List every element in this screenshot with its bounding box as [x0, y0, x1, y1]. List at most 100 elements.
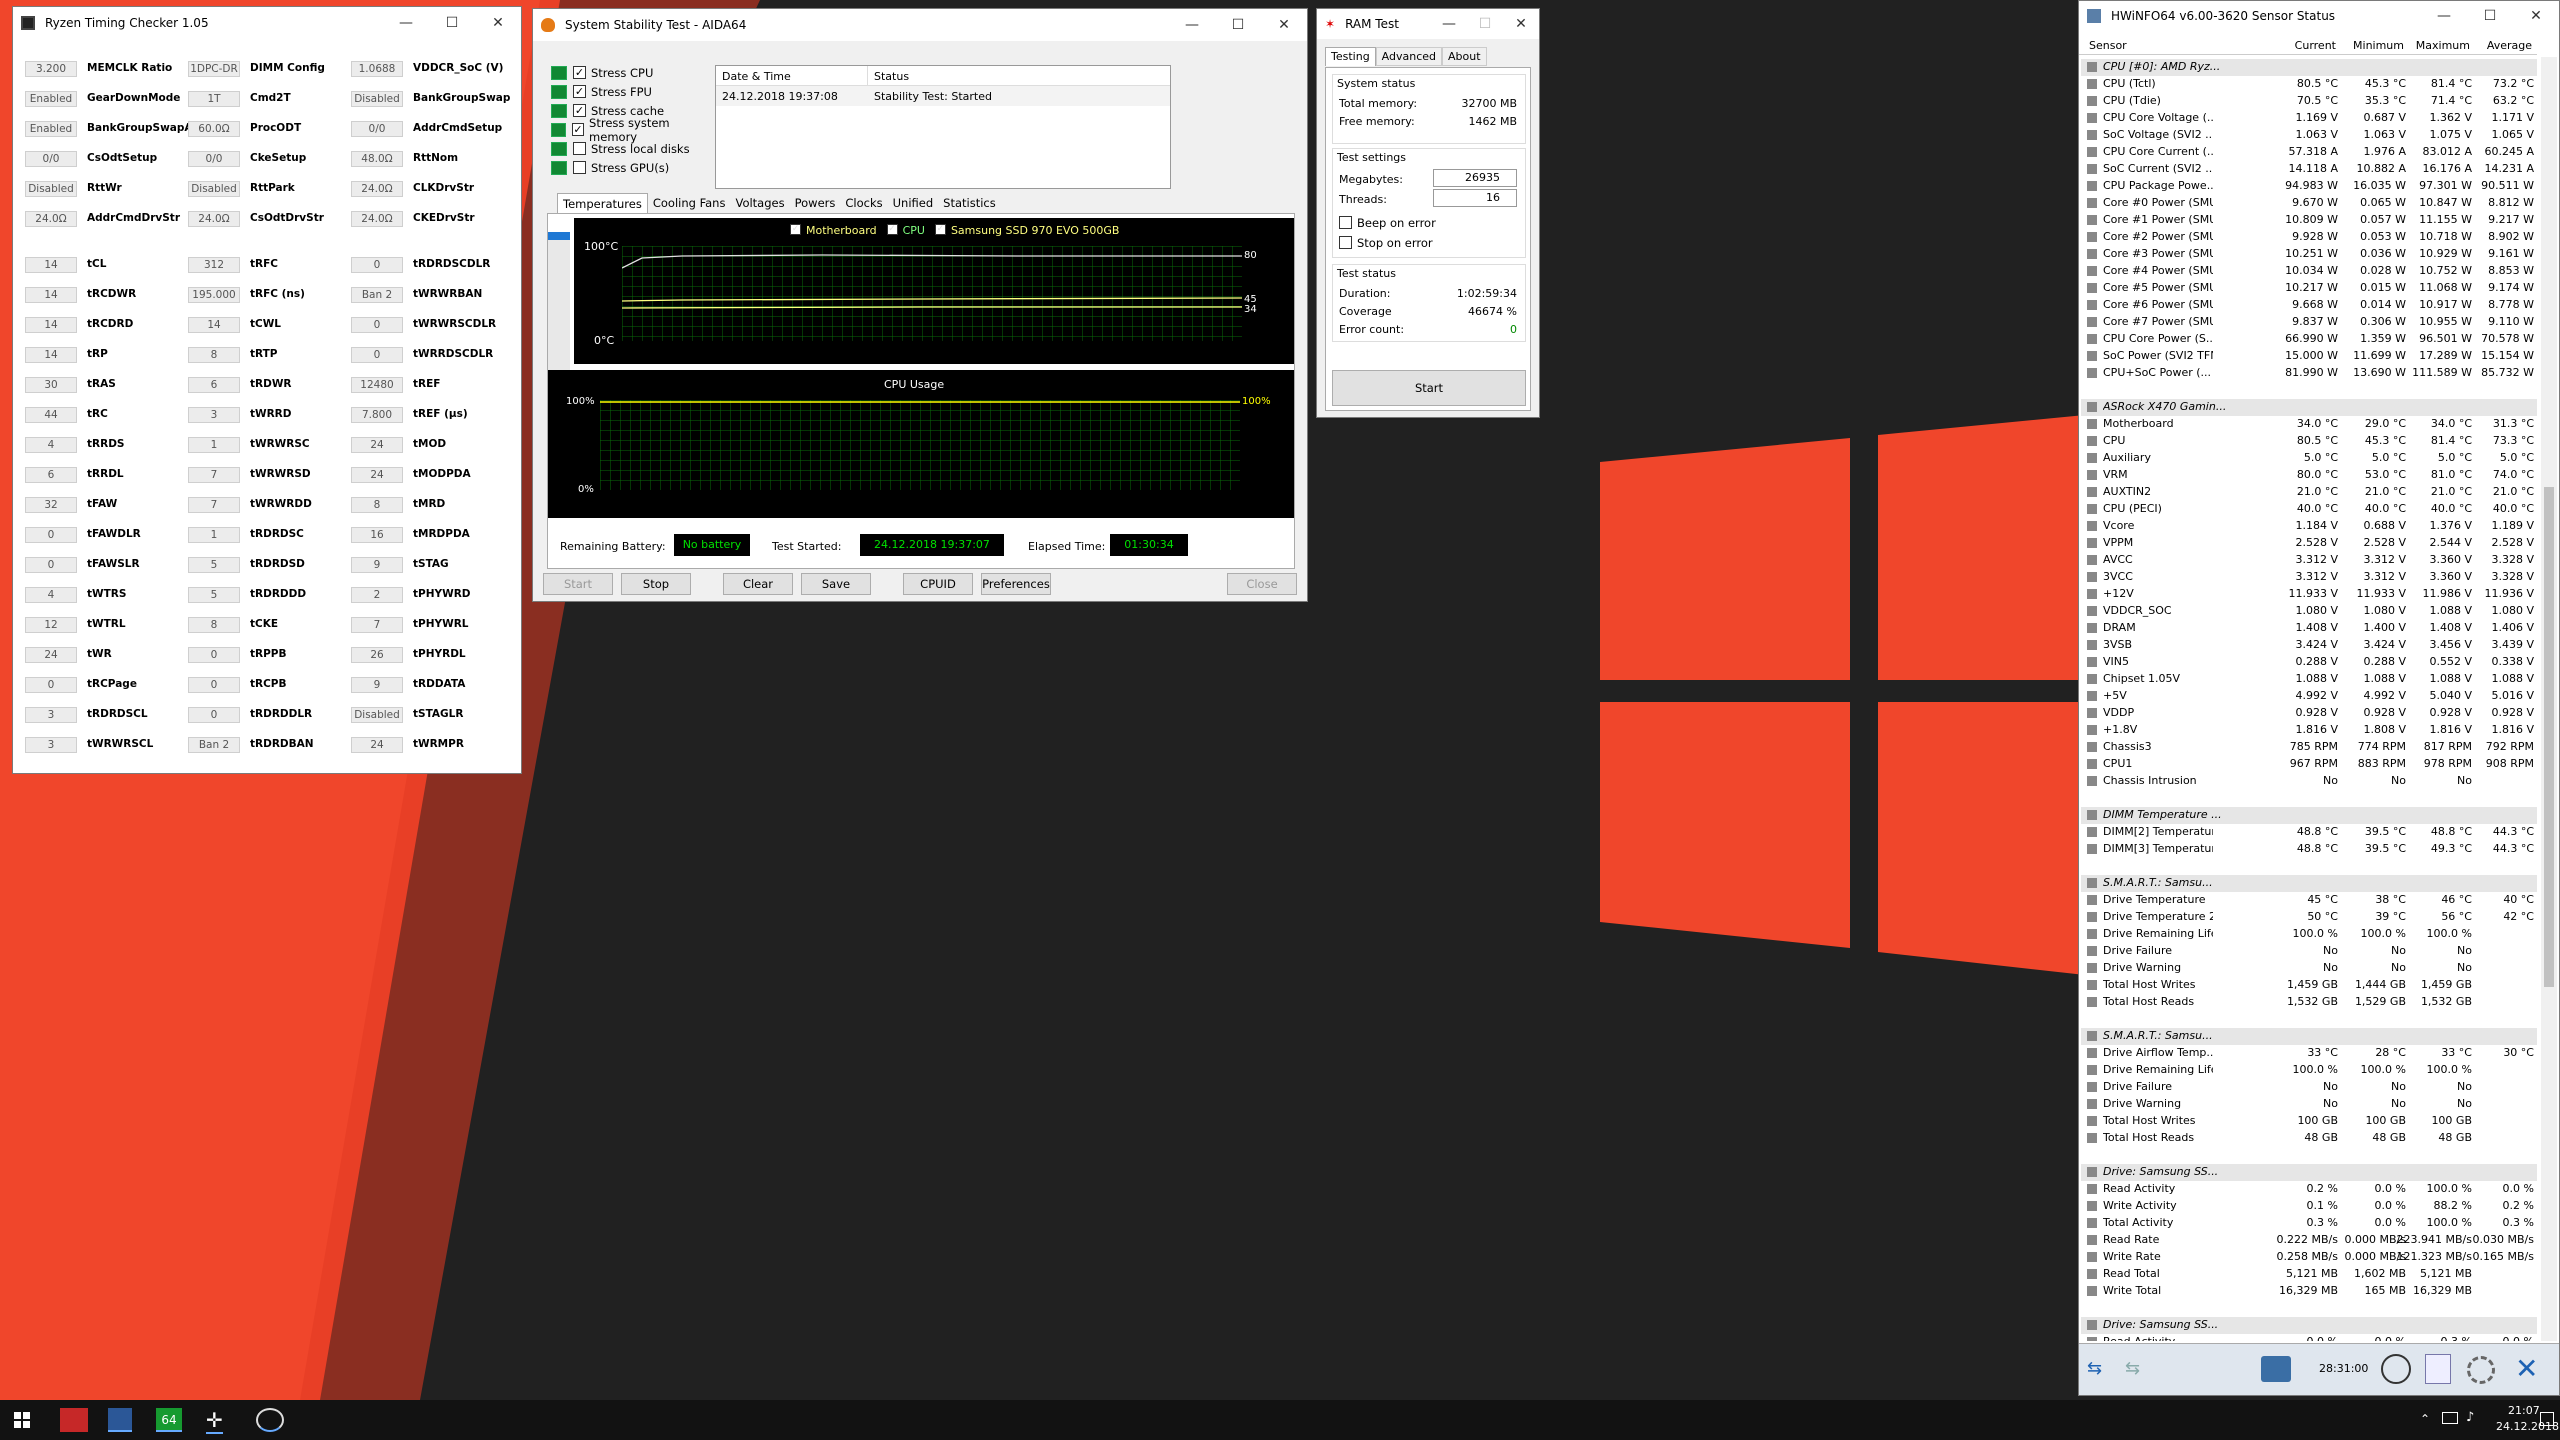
tab-powers[interactable]: Powers: [790, 193, 841, 213]
megabytes-input[interactable]: 26935: [1433, 169, 1517, 187]
sensor-row[interactable]: DIMM[3] Temperature 48.8 °C 39.5 °C 49.3 °C…: [2081, 841, 2537, 858]
stop-checkbox[interactable]: [1339, 236, 1352, 249]
settings-icon[interactable]: [2467, 1356, 2495, 1384]
close-button[interactable]: ✕: [475, 7, 521, 39]
sensor-row[interactable]: Drive Airflow Temp... 33 °C 28 °C 33 °C 30 °…: [2081, 1045, 2537, 1062]
sensor-row[interactable]: Core #0 Power (SMU) 9.670 W 0.065 W 10.847 …: [2081, 195, 2537, 212]
sensor-row[interactable]: CPU 80.5 °C 45.3 °C 81.4 °C 73.3 °C: [2081, 433, 2537, 450]
sensor-row[interactable]: Read Total 5,121 MB 1,602 MB 5,121 MB: [2081, 1266, 2537, 1283]
nav-arrows-icon[interactable]: ⇆: [2087, 1358, 2102, 1379]
nav-arrows-2-icon[interactable]: ⇆: [2125, 1358, 2140, 1379]
sensor-row[interactable]: SoC Voltage (SVI2 ... 1.063 V 1.063 V 1.075…: [2081, 127, 2537, 144]
sensor-row[interactable]: Total Activity 0.3 % 0.0 % 100.0 % 0.3 %: [2081, 1215, 2537, 1232]
sensor-row[interactable]: DRAM 1.408 V 1.400 V 1.408 V 1.406 V: [2081, 620, 2537, 637]
stop-button[interactable]: Stop: [621, 573, 691, 595]
legend-cpu-checkbox[interactable]: ✓: [886, 224, 898, 235]
close-x-icon[interactable]: ✕: [2515, 1352, 2538, 1385]
stress-option[interactable]: Stress GPU(s): [551, 158, 711, 177]
sensor-group[interactable]: Drive: Samsung SS...: [2081, 1164, 2537, 1181]
cpuid-button[interactable]: CPUID: [903, 573, 973, 595]
tray-chevron-icon[interactable]: ⌃: [2420, 1412, 2430, 1426]
sensor-row[interactable]: VDDP 0.928 V 0.928 V 0.928 V 0.928 V: [2081, 705, 2537, 722]
tab-unified[interactable]: Unified: [888, 193, 939, 213]
sensor-row[interactable]: Core #7 Power (SMU) 9.837 W 0.306 W 10.955 …: [2081, 314, 2537, 331]
sensor-row[interactable]: Vcore 1.184 V 0.688 V 1.376 V 1.189 V: [2081, 518, 2537, 535]
sensor-row[interactable]: 3VSB 3.424 V 3.424 V 3.456 V 3.439 V: [2081, 637, 2537, 654]
sensor-row[interactable]: Drive Warning No No No: [2081, 960, 2537, 977]
sensor-row[interactable]: VPPM 2.528 V 2.528 V 2.544 V 2.528 V: [2081, 535, 2537, 552]
sensor-row[interactable]: Total Host Writes 100 GB 100 GB 100 GB: [2081, 1113, 2537, 1130]
sensor-row[interactable]: CPU+SoC Power (... 81.990 W 13.690 W 111.58…: [2081, 365, 2537, 382]
minimize-button[interactable]: —: [1169, 9, 1215, 41]
sensor-row[interactable]: Drive Failure No No No: [2081, 1079, 2537, 1096]
tab-advanced[interactable]: Advanced: [1375, 47, 1443, 66]
maximize-button[interactable]: ☐: [429, 7, 475, 39]
stop-on-error[interactable]: Stop on error: [1339, 233, 1433, 252]
stress-checkbox[interactable]: [573, 142, 586, 155]
sensor-row[interactable]: Drive Warning No No No: [2081, 1096, 2537, 1113]
save-button[interactable]: Save: [801, 573, 871, 595]
close-button[interactable]: ✕: [1503, 9, 1539, 40]
sensor-row[interactable]: Drive Remaining Life 100.0 % 100.0 % 100.0 …: [2081, 926, 2537, 943]
stress-option[interactable]: ✓ Stress FPU: [551, 82, 711, 101]
tab-voltages[interactable]: Voltages: [730, 193, 789, 213]
sensor-row[interactable]: VDDCR_SOC 1.080 V 1.080 V 1.088 V 1.080 V: [2081, 603, 2537, 620]
close-app-button[interactable]: Close: [1227, 573, 1297, 595]
sensor-row[interactable]: CPU (PECI) 40.0 °C 40.0 °C 40.0 °C 40.0 °C: [2081, 501, 2537, 518]
tab-temperatures[interactable]: Temperatures: [557, 193, 648, 213]
clock-icon[interactable]: [2381, 1354, 2411, 1384]
log-col-status[interactable]: Status: [868, 66, 1170, 85]
tab-about[interactable]: About: [1442, 47, 1487, 66]
clock-time[interactable]: 21:07: [2508, 1404, 2540, 1417]
sensor-row[interactable]: CPU1 967 RPM 883 RPM 978 RPM 908 RPM: [2081, 756, 2537, 773]
sensor-row[interactable]: SoC Current (SVI2 ... 14.118 A 10.882 A 16.…: [2081, 161, 2537, 178]
scrollbar[interactable]: [2541, 57, 2557, 1341]
sensor-row[interactable]: Total Host Reads 1,532 GB 1,529 GB 1,532 GB: [2081, 994, 2537, 1011]
sensor-row[interactable]: SoC Power (SVI2 TFN) 15.000 W 11.699 W 17.2…: [2081, 348, 2537, 365]
sensor-row[interactable]: Write Total 16,329 MB 165 MB 16,329 MB: [2081, 1283, 2537, 1300]
sensor-group[interactable]: CPU [#0]: AMD Ryz...: [2081, 59, 2537, 76]
sensor-row[interactable]: Core #5 Power (SMU) 10.217 W 0.015 W 11.068…: [2081, 280, 2537, 297]
title-bar[interactable]: System Stability Test - AIDA64 — ☐ ✕: [533, 9, 1307, 41]
stress-option[interactable]: ✓ Stress system memory: [551, 116, 711, 144]
sensor-row[interactable]: Read Activity 0.2 % 0.0 % 100.0 % 0.0 %: [2081, 1181, 2537, 1198]
sensor-row[interactable]: VRM 80.0 °C 53.0 °C 81.0 °C 74.0 °C: [2081, 467, 2537, 484]
aida64-icon[interactable]: 64: [156, 1408, 182, 1432]
sensor-row[interactable]: Read Activity 0.0 % 0.0 % 0.3 % 0.0 %: [2081, 1334, 2537, 1341]
threads-input[interactable]: 16: [1433, 189, 1517, 207]
sensor-row[interactable]: CPU Core Current (... 57.318 A 1.976 A 83.0…: [2081, 144, 2537, 161]
col-average[interactable]: Average: [2487, 39, 2532, 52]
sensor-row[interactable]: CPU (Tctl) 80.5 °C 45.3 °C 81.4 °C 73.2 °C: [2081, 76, 2537, 93]
sensor-row[interactable]: CPU Core Voltage (... 1.169 V 0.687 V 1.362…: [2081, 110, 2537, 127]
tab-clocks[interactable]: Clocks: [840, 193, 887, 213]
maximize-button[interactable]: ☐: [1215, 9, 1261, 41]
legend-motherboard-checkbox[interactable]: ✓: [790, 224, 801, 235]
hwinfo-taskbar-icon[interactable]: [256, 1408, 284, 1432]
sensor-group[interactable]: ASRock X470 Gamin...: [2081, 399, 2537, 416]
sensor-row[interactable]: Total Host Writes 1,459 GB 1,444 GB 1,459 G…: [2081, 977, 2537, 994]
minimize-button[interactable]: —: [1431, 9, 1467, 40]
close-button[interactable]: ✕: [2513, 1, 2559, 32]
sensor-row[interactable]: Core #2 Power (SMU) 9.928 W 0.053 W 10.718 …: [2081, 229, 2537, 246]
notifications-icon[interactable]: [2540, 1412, 2554, 1426]
sensor-row[interactable]: Drive Temperature 2 50 °C 39 °C 56 °C 42 °C: [2081, 909, 2537, 926]
sensor-row[interactable]: CPU Core Power (S... 66.990 W 1.359 W 96.50…: [2081, 331, 2537, 348]
sensor-group[interactable]: DIMM Temperature ...: [2081, 807, 2537, 824]
report-icon[interactable]: [2425, 1354, 2451, 1384]
ram-start-button[interactable]: Start: [1332, 370, 1526, 406]
title-bar[interactable]: Ryzen Timing Checker 1.05 — ☐ ✕: [13, 7, 521, 39]
sensor-row[interactable]: Read Rate 0.222 MB/s 0.000 MB/s 223.941 MB/…: [2081, 1232, 2537, 1249]
col-sensor[interactable]: Sensor: [2089, 39, 2127, 52]
sensor-row[interactable]: Chipset 1.05V 1.088 V 1.088 V 1.088 V 1.088 …: [2081, 671, 2537, 688]
sensor-row[interactable]: Total Host Reads 48 GB 48 GB 48 GB: [2081, 1130, 2537, 1147]
sensor-row[interactable]: Chassis Intrusion No No No: [2081, 773, 2537, 790]
clear-button[interactable]: Clear: [723, 573, 793, 595]
network-tray-icon[interactable]: [2442, 1412, 2458, 1424]
sensor-row[interactable]: CPU (Tdie) 70.5 °C 35.3 °C 71.4 °C 63.2 °C: [2081, 93, 2537, 110]
beep-on-error[interactable]: Beep on error: [1339, 213, 1436, 232]
sensor-row[interactable]: Auxiliary 5.0 °C 5.0 °C 5.0 °C 5.0 °C: [2081, 450, 2537, 467]
preferences-button[interactable]: Preferences: [981, 573, 1051, 595]
log-col-date[interactable]: Date & Time: [716, 66, 868, 85]
col-current[interactable]: Current: [2295, 39, 2336, 52]
sensor-row[interactable]: CPU Package Powe... 94.983 W 16.035 W 97.30…: [2081, 178, 2537, 195]
